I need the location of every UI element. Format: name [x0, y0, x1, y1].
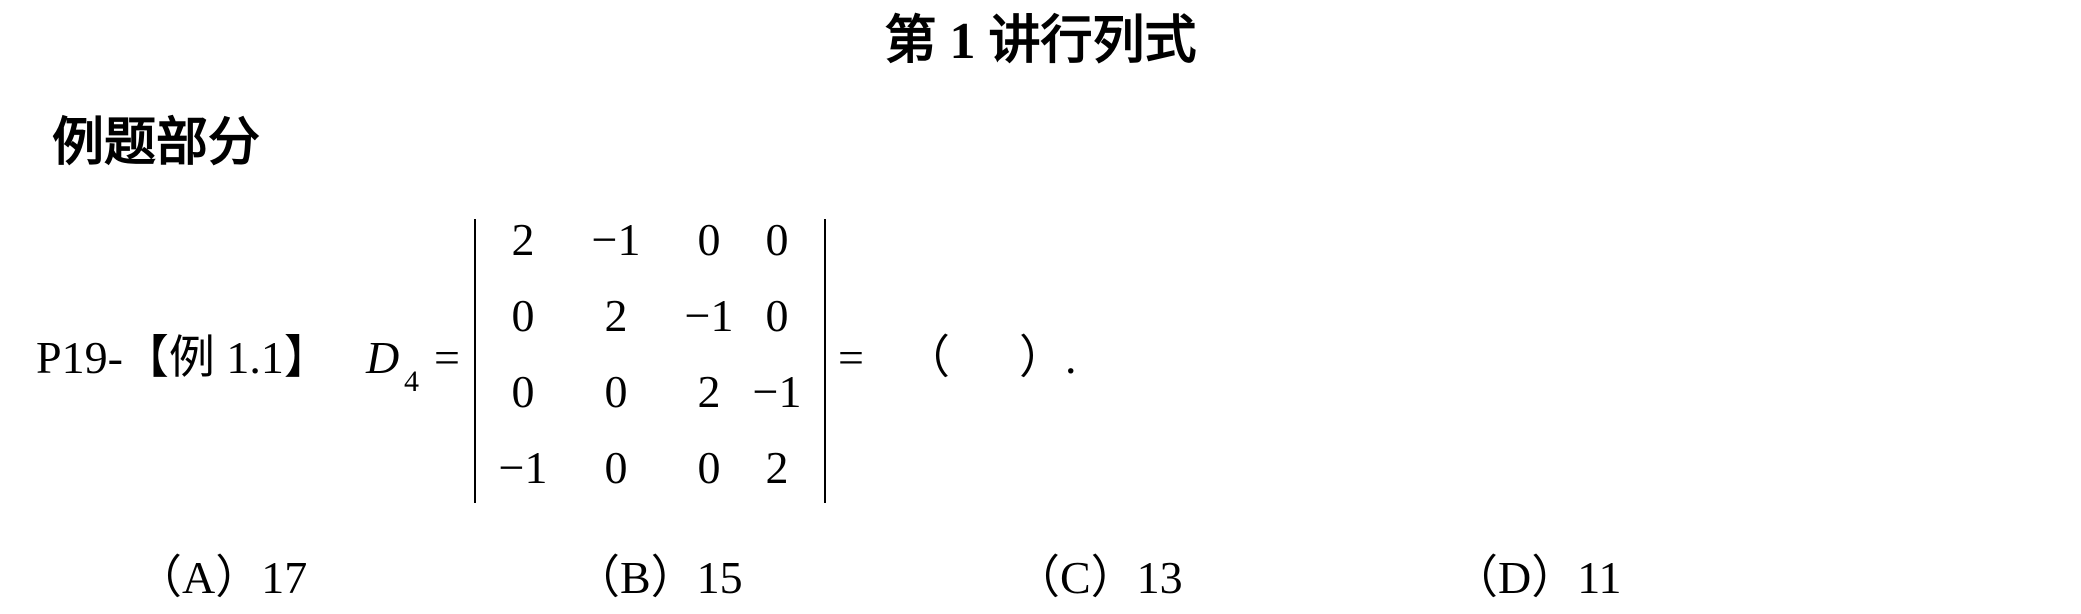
determinant-bar-left [474, 219, 476, 503]
matrix-cell: 2 [604, 290, 628, 341]
choice-c: （C）13 [1014, 552, 1183, 603]
choice-d: （D）11 [1452, 552, 1622, 603]
determinant-matrix: 2 −1 0 0 0 2 −1 0 0 0 2 −1 −1 0 0 2 [470, 215, 830, 505]
matrix-cell: −1 [591, 214, 641, 265]
determinant-order-subscript: 4 [404, 365, 419, 398]
matrix-cell: 0 [511, 290, 535, 341]
determinant-symbol: D [366, 332, 400, 383]
equals-sign: = [434, 332, 460, 383]
matrix-cell: −1 [498, 442, 548, 493]
lecture-title: 第 1 讲行列式 [884, 13, 1197, 70]
section-heading: 例题部分 [52, 115, 261, 172]
choice-a: （A）17 [136, 552, 308, 603]
matrix-cell: 0 [511, 366, 535, 417]
matrix-cell: 0 [604, 366, 628, 417]
matrix-cell: −1 [752, 366, 802, 417]
problem-reference: P19-【例 1.1】 [36, 332, 330, 383]
answer-blank: （ ）. [904, 332, 1077, 383]
matrix-cell: 0 [765, 214, 789, 265]
determinant-bar-right [824, 219, 826, 503]
matrix-cell: 2 [765, 442, 789, 493]
equals-sign-result: = [838, 332, 864, 383]
matrix-cell: 2 [511, 214, 535, 265]
matrix-cell: 0 [765, 290, 789, 341]
matrix-cell: 0 [604, 442, 628, 493]
choice-b: （B）15 [574, 552, 743, 603]
